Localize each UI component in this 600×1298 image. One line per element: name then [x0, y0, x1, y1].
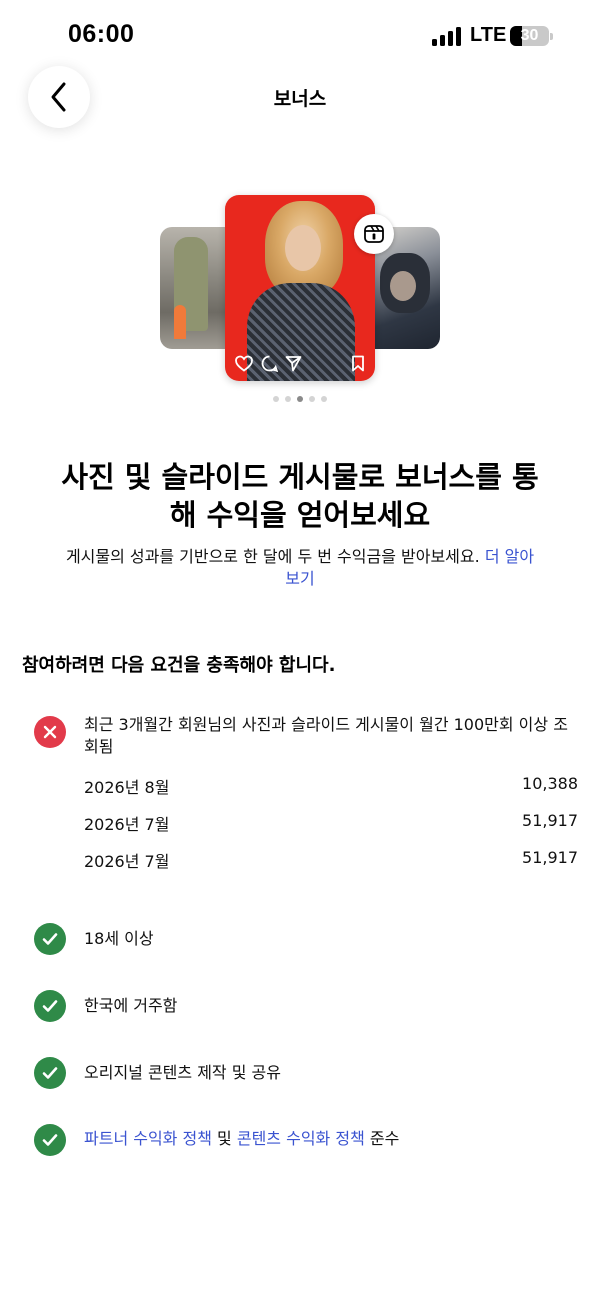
carousel-dot: [285, 396, 291, 402]
stat-views: 51,917: [522, 848, 578, 867]
x-icon: [43, 725, 57, 739]
residence-status-pass: [34, 990, 66, 1022]
headline: 사진 및 슬라이드 게시물로 보너스를 통 해 수익을 얻어보세요: [40, 458, 560, 534]
policy-suffix: 준수: [369, 1129, 400, 1148]
views-stat-row: 2026년 7월 51,917: [84, 811, 578, 834]
comment-icon: [261, 355, 278, 372]
headline-line-2: 해 수익을 얻어보세요: [169, 498, 431, 532]
post-preview-carousel[interactable]: [0, 190, 600, 390]
reels-badge: [354, 214, 394, 254]
carousel-dot: [321, 396, 327, 402]
stat-views: 51,917: [522, 811, 578, 830]
network-type: LTE: [470, 24, 507, 46]
stat-month: 2026년 7월: [84, 815, 170, 834]
status-bar: 06:00 LTE 30: [0, 0, 600, 70]
partner-monetization-policy-link[interactable]: 파트너 수익화 정책: [84, 1129, 212, 1148]
check-icon: [42, 1134, 58, 1146]
stat-month: 2026년 7월: [84, 852, 170, 871]
check-icon: [42, 933, 58, 945]
original-content-requirement-text: 오리지널 콘텐츠 제작 및 공유: [84, 1063, 281, 1082]
bookmark-icon: [352, 355, 364, 372]
policy-status-pass: [34, 1124, 66, 1156]
page-title: 보너스: [273, 88, 327, 110]
share-icon: [285, 356, 302, 372]
status-time: 06:00: [68, 20, 135, 48]
battery-level: 30: [520, 27, 539, 44]
heart-icon: [235, 355, 253, 372]
age-requirement-text: 18세 이상: [84, 929, 154, 948]
policy-conjunction: 및: [217, 1129, 232, 1148]
reels-icon: [364, 225, 384, 243]
policy-requirement-text: 파트너 수익화 정책 및 콘텐츠 수익화 정책 준수: [84, 1128, 399, 1150]
description-text: 게시물의 성과를 기반으로 한 달에 두 번 수익금을 받아보세요.: [65, 547, 480, 566]
check-icon: [42, 1067, 58, 1079]
post-actions: [235, 355, 367, 373]
views-requirement-text: 최근 3개월간 회원님의 사진과 슬라이드 게시물이 월간 100만회 이상 조…: [84, 715, 568, 756]
carousel-dot: [297, 396, 303, 402]
stat-month: 2026년 8월: [84, 778, 170, 797]
post-thumbnail-main: [225, 195, 375, 381]
carousel-dot: [273, 396, 279, 402]
original-content-status-pass: [34, 1057, 66, 1089]
residence-requirement-text: 한국에 거주함: [84, 996, 178, 1015]
carousel-dots: [0, 396, 600, 404]
views-stat-row: 2026년 8월 10,388: [84, 774, 578, 797]
battery-icon: 30: [510, 26, 553, 46]
stat-views: 10,388: [522, 774, 578, 793]
carousel-dot: [309, 396, 315, 402]
content-monetization-policy-link[interactable]: 콘텐츠 수익화 정책: [237, 1129, 365, 1148]
views-stat-row: 2026년 7월 51,917: [84, 848, 578, 871]
signal-icon: [432, 26, 464, 46]
description: 게시물의 성과를 기반으로 한 달에 두 번 수익금을 받아보세요. 더 알아보…: [60, 546, 540, 590]
views-status-fail: [34, 716, 66, 748]
check-icon: [42, 1000, 58, 1012]
headline-line-1: 사진 및 슬라이드 게시물로 보너스를 통: [61, 460, 539, 494]
requirements-title: 참여하려면 다음 요건을 충족해야 합니다.: [22, 655, 336, 676]
age-status-pass: [34, 923, 66, 955]
